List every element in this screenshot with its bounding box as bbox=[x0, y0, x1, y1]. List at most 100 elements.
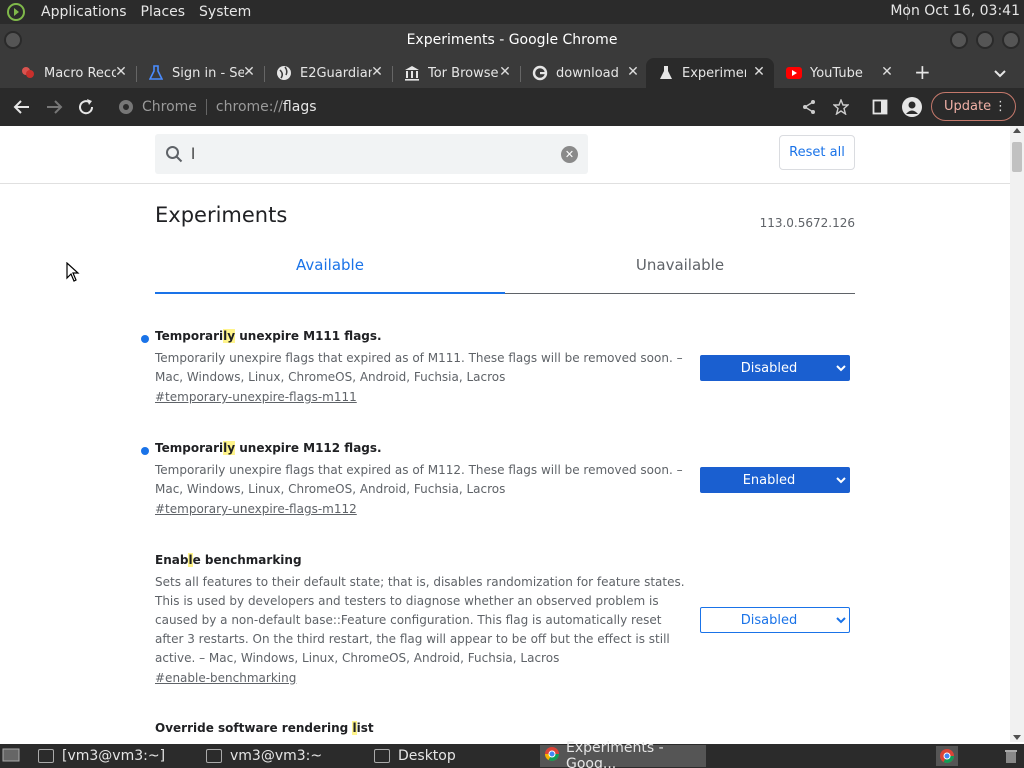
taskbar-item[interactable]: Desktop bbox=[374, 745, 534, 767]
terminal-icon bbox=[206, 749, 222, 763]
tab-title: YouTube bbox=[810, 65, 863, 81]
search-box[interactable]: ✕ bbox=[155, 134, 588, 174]
omnibox-separator bbox=[205, 99, 207, 115]
flag-state-select[interactable]: Enabled bbox=[700, 467, 850, 493]
tab-sign-in[interactable]: Sign in - Se ✕ bbox=[128, 58, 265, 88]
minimize-button[interactable] bbox=[950, 31, 968, 49]
tab-unavailable[interactable]: Unavailable bbox=[505, 256, 855, 294]
search-input[interactable] bbox=[191, 143, 551, 165]
forward-icon[interactable] bbox=[44, 97, 64, 117]
google-icon bbox=[532, 65, 548, 81]
tab-macro-recorder[interactable]: Macro Reco ✕ bbox=[0, 58, 137, 88]
version-label: 113.0.5672.126 bbox=[759, 216, 855, 230]
tab-youtube[interactable]: YouTube ✕ bbox=[766, 58, 902, 88]
reload-icon[interactable] bbox=[76, 97, 96, 117]
tab-title: E2Guardian bbox=[300, 65, 372, 81]
tab-available-label: Available bbox=[296, 256, 364, 274]
tab-search-icon[interactable] bbox=[993, 64, 1007, 83]
back-icon[interactable] bbox=[12, 97, 32, 117]
tab-available[interactable]: Available bbox=[155, 256, 505, 294]
chrome-icon[interactable] bbox=[118, 99, 134, 119]
flag-link[interactable]: #temporary-unexpire-flags-m111 bbox=[155, 390, 855, 404]
close-tab-icon[interactable]: ✕ bbox=[752, 65, 766, 79]
tab-unavailable-label: Unavailable bbox=[635, 256, 725, 274]
close-tab-icon[interactable]: ✕ bbox=[626, 65, 640, 79]
search-icon bbox=[165, 145, 183, 167]
flag-title: Temporarily unexpire M111 flags. bbox=[155, 329, 382, 343]
mouse-cursor-icon bbox=[66, 262, 80, 282]
url-scheme: chrome:// bbox=[215, 99, 283, 115]
close-window-button[interactable] bbox=[1002, 31, 1020, 49]
address-bar[interactable]: Chrome chrome:// flags bbox=[110, 94, 860, 120]
flag-description: Temporarily unexpire flags that expired … bbox=[155, 351, 683, 384]
maximize-button[interactable] bbox=[976, 31, 994, 49]
tab-e2guardian[interactable]: E2Guardian ✕ bbox=[256, 58, 393, 88]
applications-menu[interactable]: Applications bbox=[34, 4, 134, 20]
modified-indicator bbox=[141, 335, 149, 343]
search-header: ✕ Reset all bbox=[0, 126, 1010, 184]
scroll-thumb[interactable] bbox=[1012, 142, 1022, 172]
scroll-up-arrow-icon[interactable] bbox=[1013, 128, 1021, 133]
clear-search-icon[interactable]: ✕ bbox=[561, 146, 578, 163]
places-menu[interactable]: Places bbox=[134, 4, 193, 20]
tab-title: Sign in - Se bbox=[172, 65, 244, 81]
show-desktop-icon[interactable] bbox=[2, 748, 20, 767]
tray-chrome-icon[interactable] bbox=[936, 746, 958, 766]
flag-state-select[interactable]: Disabled bbox=[700, 355, 850, 381]
close-tab-icon[interactable]: ✕ bbox=[242, 65, 256, 79]
window-title: Experiments - Google Chrome bbox=[406, 32, 618, 48]
page-scrollbar[interactable] bbox=[1010, 126, 1024, 742]
flask-icon bbox=[148, 65, 164, 81]
clock[interactable]: Mon Oct 16, 03:41 bbox=[890, 3, 1020, 19]
tab-title: download bbox=[556, 65, 619, 81]
flag-title: Override software rendering list bbox=[155, 721, 374, 735]
system-menu[interactable]: System bbox=[192, 4, 258, 20]
flag-entry: Temporarily unexpire M112 flags. Tempora… bbox=[141, 441, 855, 516]
flag-description: Sets all features to their default state… bbox=[155, 575, 685, 665]
close-tab-icon[interactable]: ✕ bbox=[370, 65, 384, 79]
tab-strip: Macro Reco ✕ Sign in - Se ✕ E2Guardian ✕… bbox=[0, 54, 1024, 88]
scroll-down-arrow-icon[interactable] bbox=[1013, 735, 1021, 740]
window-titlebar[interactable]: Experiments - Google Chrome bbox=[0, 24, 1024, 54]
flags-page: ✕ Reset all Experiments 113.0.5672.126 A… bbox=[0, 126, 1010, 742]
flag-state-select[interactable]: Disabled bbox=[700, 607, 850, 633]
browser-toolbar: Chrome chrome:// flags Update ⋮ bbox=[0, 88, 1024, 126]
chrome-icon bbox=[544, 746, 560, 766]
flag-description: Temporarily unexpire flags that expired … bbox=[155, 463, 683, 496]
youtube-icon bbox=[786, 65, 802, 81]
folder-icon bbox=[374, 749, 390, 763]
flag-link[interactable]: #enable-benchmarking bbox=[155, 671, 855, 685]
new-tab-icon[interactable]: + bbox=[914, 60, 931, 84]
taskbar-item[interactable]: Experiments - Goog... bbox=[540, 740, 706, 768]
origin-label: Chrome bbox=[142, 99, 197, 115]
tab-download[interactable]: download ✕ bbox=[512, 58, 648, 88]
url-path: flags bbox=[282, 99, 317, 115]
trash-icon[interactable] bbox=[1004, 748, 1018, 768]
flag-link[interactable]: #temporary-unexpire-flags-m112 bbox=[155, 502, 855, 516]
tab-title: Macro Reco bbox=[44, 65, 116, 81]
globe-icon bbox=[276, 65, 292, 81]
profile-avatar-icon[interactable] bbox=[902, 97, 922, 117]
flag-entry: Override software rendering list bbox=[155, 721, 855, 735]
taskbar-item[interactable]: vm3@vm3:~ bbox=[206, 745, 366, 767]
reset-all-button[interactable]: Reset all bbox=[779, 135, 855, 170]
close-tab-icon[interactable]: ✕ bbox=[880, 65, 894, 79]
bookmark-star-icon[interactable] bbox=[831, 97, 851, 117]
share-icon[interactable] bbox=[799, 97, 819, 117]
update-label: Update bbox=[944, 99, 992, 114]
side-panel-icon[interactable] bbox=[870, 97, 890, 117]
update-button[interactable]: Update ⋮ bbox=[931, 92, 1016, 121]
close-tab-icon[interactable]: ✕ bbox=[498, 65, 512, 79]
window-menu-button[interactable] bbox=[4, 31, 22, 49]
flag-entry: Temporarily unexpire M111 flags. Tempora… bbox=[141, 329, 855, 404]
tab-tor-browser[interactable]: Tor Browse ✕ bbox=[384, 58, 521, 88]
flag-title: Enable benchmarking bbox=[155, 553, 302, 567]
taskbar: [vm3@vm3:~] vm3@vm3:~ Desktop Experiment… bbox=[0, 740, 1024, 768]
distro-logo-icon[interactable] bbox=[6, 2, 26, 22]
tab-title: Tor Browse bbox=[428, 65, 499, 81]
more-menu-icon[interactable]: ⋮ bbox=[994, 93, 1007, 120]
tab-experiments[interactable]: Experimen ✕ bbox=[646, 58, 774, 88]
close-tab-icon[interactable]: ✕ bbox=[114, 65, 128, 79]
bank-icon bbox=[404, 65, 420, 81]
taskbar-item[interactable]: [vm3@vm3:~] bbox=[38, 745, 198, 767]
